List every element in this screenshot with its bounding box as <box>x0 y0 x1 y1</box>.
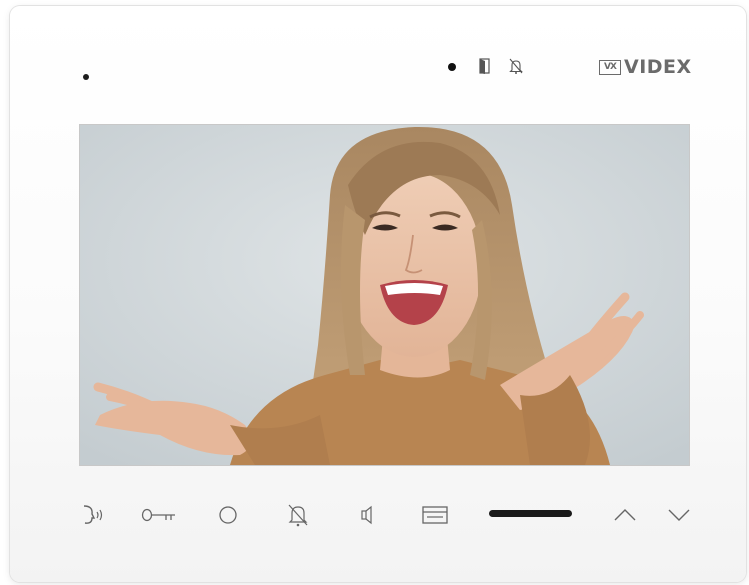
chevron-up-icon <box>614 509 636 521</box>
bell-mute-icon <box>288 504 308 527</box>
down-button[interactable] <box>666 500 692 530</box>
up-button[interactable] <box>612 500 638 530</box>
menu-icon <box>422 506 448 524</box>
camera-lens <box>83 74 89 80</box>
caller-video-feed <box>80 125 689 465</box>
auxiliary-button[interactable] <box>217 500 239 530</box>
speech-icon <box>83 505 103 524</box>
circle-icon <box>219 506 237 524</box>
speaker-icon <box>361 505 372 525</box>
talk-button[interactable] <box>79 500 107 530</box>
door-open-icon <box>477 57 493 75</box>
key-icon <box>141 508 175 522</box>
mute-bell-icon <box>508 57 524 75</box>
video-screen <box>80 125 689 465</box>
mute-button[interactable] <box>285 500 311 530</box>
volume-button[interactable] <box>356 500 378 530</box>
videx-logo: VX VIDEX <box>599 56 692 78</box>
indicator-bar <box>489 510 572 517</box>
brand-name: VIDEX <box>624 56 692 78</box>
logo-mark: VX <box>599 59 621 75</box>
menu-button[interactable] <box>421 500 449 530</box>
status-led-icon <box>448 63 456 71</box>
chevron-down-icon <box>668 509 690 521</box>
door-release-button[interactable] <box>140 500 180 530</box>
